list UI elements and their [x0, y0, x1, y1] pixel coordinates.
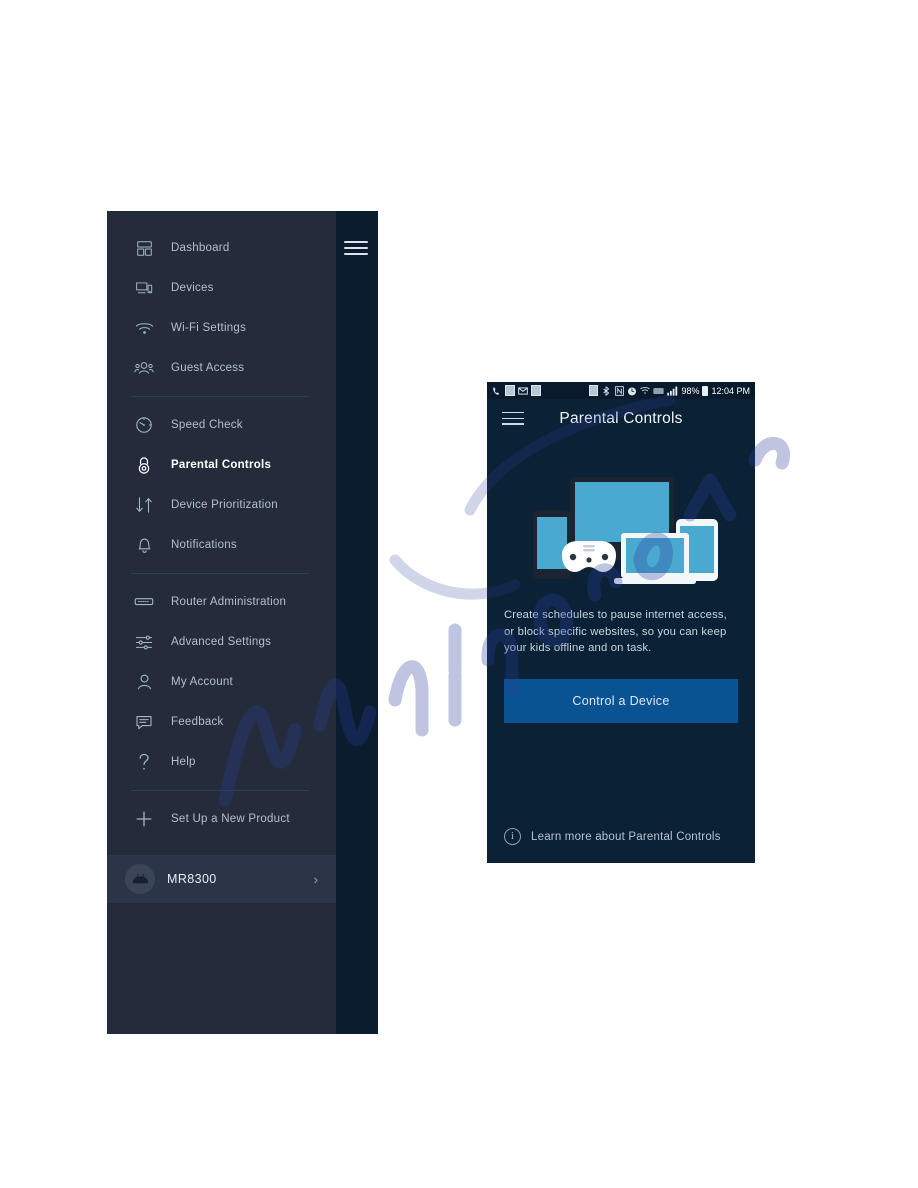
wifi-icon	[640, 386, 651, 396]
sidebar-item-wifi-settings[interactable]: Wi-Fi Settings	[107, 308, 336, 348]
router-name: MR8300	[167, 872, 217, 886]
sidebar-item-my-account[interactable]: My Account	[107, 662, 336, 702]
sidebar-item-label: Feedback	[171, 716, 224, 728]
sidebar-item-label: Guest Access	[171, 362, 245, 374]
router-selector-row[interactable]: MR8300 ›	[107, 855, 336, 903]
chat-bubble-icon	[131, 709, 157, 735]
phone-missed-icon	[492, 386, 502, 396]
control-a-device-button[interactable]: Control a Device	[504, 678, 738, 723]
hd-voice-icon	[653, 386, 665, 396]
side-menu-dark-strip	[336, 211, 378, 1034]
sidebar-item-label: Device Prioritization	[171, 499, 278, 511]
learn-more-label: Learn more about Parental Controls	[531, 830, 721, 843]
sidebar-item-label: Router Administration	[171, 596, 287, 608]
sidebar-item-label: Dashboard	[171, 242, 230, 254]
divider	[131, 573, 309, 574]
sidebar-item-label: Set Up a New Product	[171, 813, 290, 825]
wifi-icon	[131, 315, 157, 341]
guest-access-icon	[131, 355, 157, 381]
phone-app-bar: Parental Controls	[487, 399, 755, 439]
sidebar-item-label: Wi-Fi Settings	[171, 322, 247, 334]
devices-icon	[131, 275, 157, 301]
sidebar-item-label: Notifications	[171, 539, 237, 551]
user-icon	[131, 669, 157, 695]
sidebar-item-label: Devices	[171, 282, 214, 294]
plus-icon	[131, 806, 157, 832]
sidebar-item-label: Help	[171, 756, 196, 768]
sidebar-item-label: Parental Controls	[171, 459, 272, 471]
sidebar-item-parental-controls[interactable]: Parental Controls	[107, 445, 336, 485]
signal-bars-icon	[667, 386, 678, 396]
sidebar-item-notifications[interactable]: Notifications	[107, 525, 336, 565]
lock-icon	[131, 452, 157, 478]
sidebar-item-feedback[interactable]: Feedback	[107, 702, 336, 742]
question-mark-icon	[131, 749, 157, 775]
hamburger-menu-icon[interactable]	[502, 412, 524, 429]
devices-illustration	[487, 439, 755, 589]
up-down-arrows-icon	[131, 492, 157, 518]
app-side-menu: Dashboard Devices Wi-Fi Settings Guest A…	[107, 211, 378, 1034]
bell-icon	[131, 532, 157, 558]
alarm-icon	[627, 386, 637, 396]
sidebar-item-device-prioritization[interactable]: Device Prioritization	[107, 485, 336, 525]
sidebar-item-advanced-settings[interactable]: Advanced Settings	[107, 622, 336, 662]
router-device-icon	[125, 864, 155, 894]
sidebar-item-guest-access[interactable]: Guest Access	[107, 348, 336, 388]
battery-full-icon	[702, 385, 709, 396]
description-text: Create schedules to pause internet acces…	[504, 609, 727, 654]
status-right-icons: 98% 12:04 PM	[588, 385, 750, 396]
sidebar-item-label: Speed Check	[171, 419, 243, 431]
sliders-icon	[131, 629, 157, 655]
messages-icon	[531, 385, 541, 396]
router-icon	[131, 589, 157, 615]
hamburger-menu-icon[interactable]	[344, 241, 368, 255]
chevron-right-icon[interactable]: ›	[314, 873, 318, 886]
sidebar-item-label: Advanced Settings	[171, 636, 272, 648]
sidebar-item-speed-check[interactable]: Speed Check	[107, 405, 336, 445]
sidebar-item-dashboard[interactable]: Dashboard	[107, 228, 336, 268]
status-left-icons	[492, 385, 541, 396]
divider	[131, 396, 309, 397]
info-icon: i	[504, 828, 521, 845]
mail-icon	[518, 386, 528, 396]
phone-screenshot: 98% 12:04 PM Parental Controls Create sc…	[487, 382, 755, 863]
side-menu-list: Dashboard Devices Wi-Fi Settings Guest A…	[107, 211, 336, 839]
vibrate-icon	[588, 385, 598, 396]
sidebar-item-help[interactable]: Help	[107, 742, 336, 782]
calendar-icon	[505, 385, 515, 396]
sidebar-item-label: My Account	[171, 676, 233, 688]
phone-status-bar: 98% 12:04 PM	[487, 382, 755, 399]
nfc-icon	[614, 385, 624, 396]
page-title: Parental Controls	[559, 410, 683, 427]
learn-more-link[interactable]: i Learn more about Parental Controls	[504, 828, 721, 845]
clock-time: 12:04 PM	[711, 385, 750, 396]
sidebar-item-router-administration[interactable]: Router Administration	[107, 582, 336, 622]
divider	[131, 790, 309, 791]
sidebar-item-devices[interactable]: Devices	[107, 268, 336, 308]
battery-percent: 98%	[681, 385, 700, 396]
bluetooth-icon	[601, 385, 611, 396]
speedometer-icon	[131, 412, 157, 438]
dashboard-icon	[131, 235, 157, 261]
sidebar-item-set-up-a-new-product[interactable]: Set Up a New Product	[107, 799, 336, 839]
